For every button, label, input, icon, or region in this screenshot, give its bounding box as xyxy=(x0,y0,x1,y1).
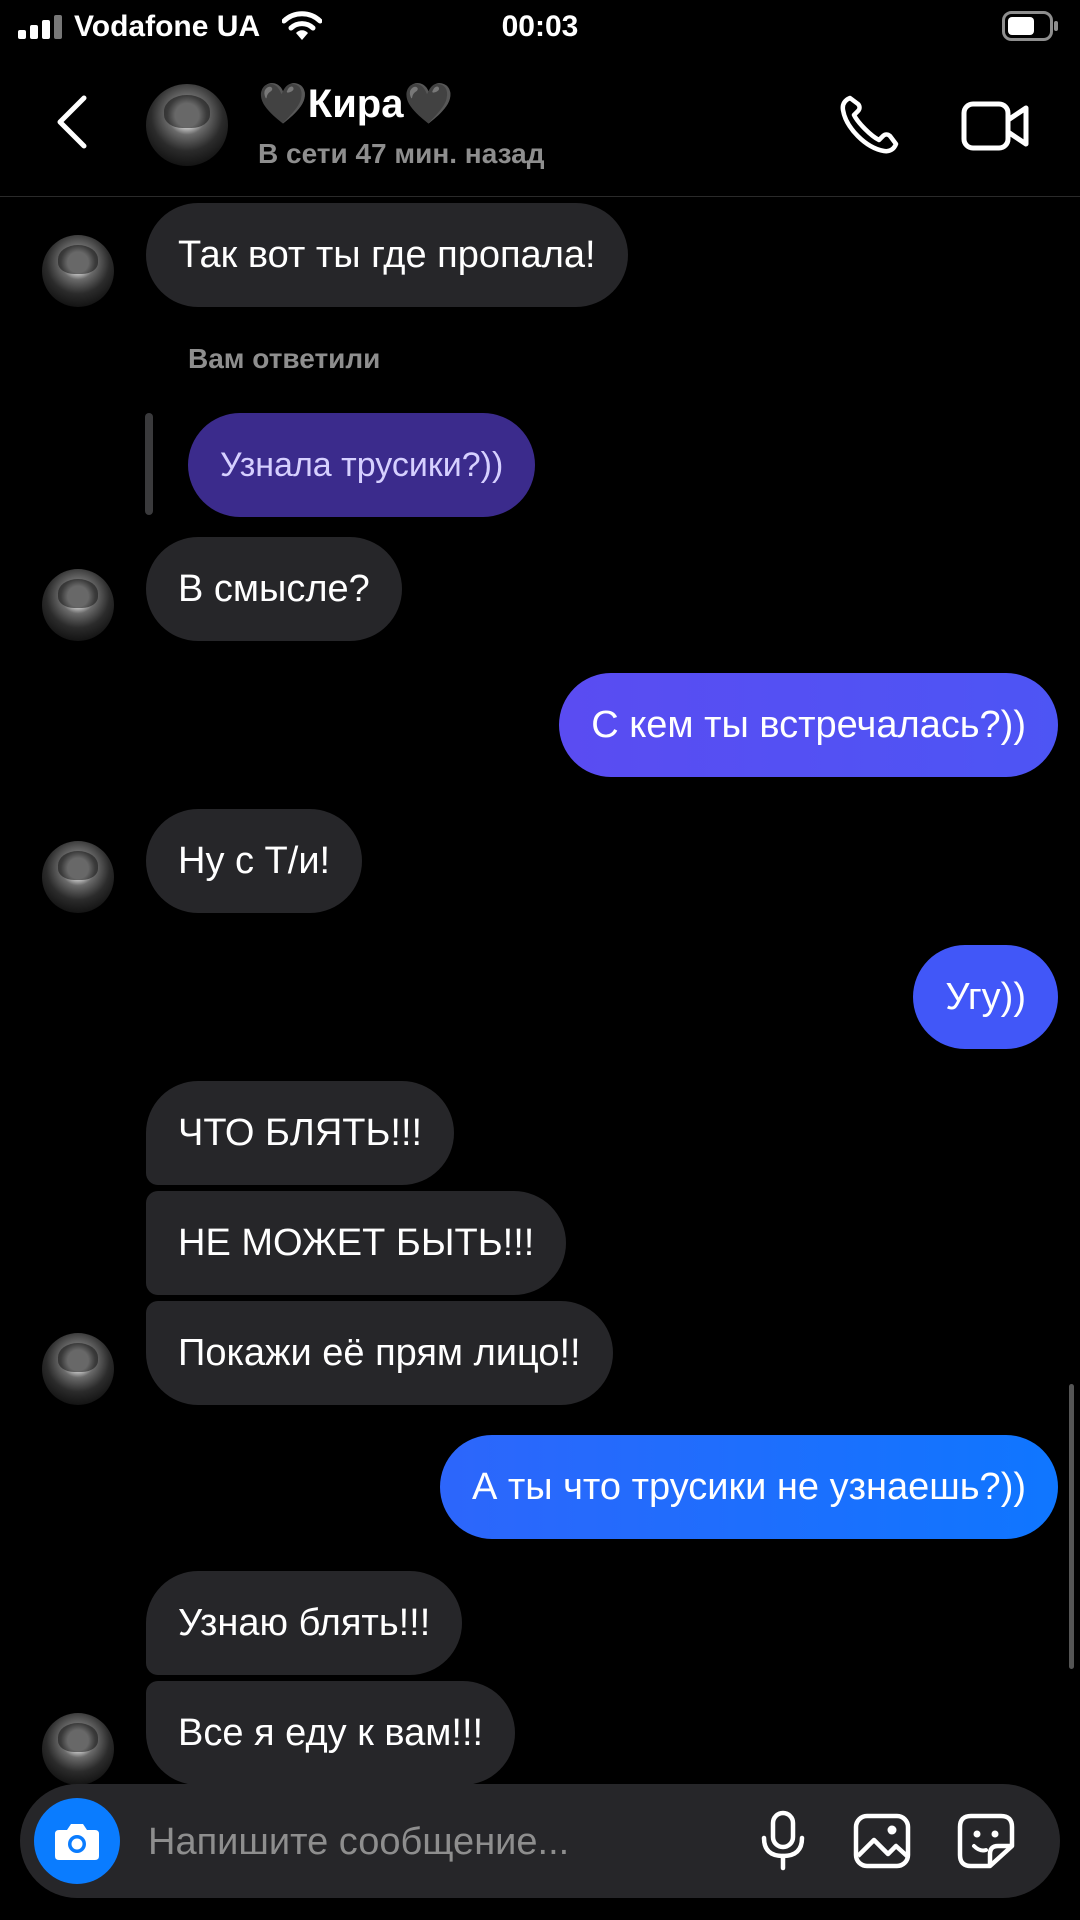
message-incoming[interactable]: ЧТО БЛЯТЬ!!! xyxy=(146,1081,455,1185)
message-outgoing[interactable]: Угу)) xyxy=(913,945,1058,1049)
message-list[interactable]: Так вот ты где пропала! Вам ответили Узн… xyxy=(0,197,1080,1785)
chat-header: 🖤Кира🖤 В сети 47 мин. назад xyxy=(0,62,1080,197)
reply-label: Вам ответили xyxy=(188,343,381,374)
sticker-icon[interactable] xyxy=(956,1812,1016,1870)
status-bar: Vodafone UA 00:03 xyxy=(0,0,1080,56)
gallery-icon[interactable] xyxy=(852,1812,912,1870)
contact-online-status: В сети 47 мин. назад xyxy=(258,138,545,169)
microphone-icon[interactable] xyxy=(758,1810,808,1872)
message-incoming[interactable]: НЕ МОЖЕТ БЫТЬ!!! xyxy=(146,1191,567,1295)
contact-avatar-small xyxy=(42,841,114,913)
contact-avatar[interactable] xyxy=(146,84,228,166)
scrollbar[interactable] xyxy=(1069,1384,1074,1669)
camera-button[interactable] xyxy=(34,1798,120,1884)
video-camera-icon[interactable] xyxy=(960,96,1032,156)
contact-avatar-small xyxy=(42,1333,114,1405)
contact-name[interactable]: 🖤Кира🖤 xyxy=(258,80,453,127)
contact-avatar-small xyxy=(42,1713,114,1785)
message-incoming[interactable]: Ну с Т/и! xyxy=(146,809,363,913)
message-outgoing[interactable]: С кем ты встречалась?)) xyxy=(559,673,1058,777)
message-input[interactable] xyxy=(146,1808,650,1876)
back-arrow-icon[interactable] xyxy=(50,92,94,152)
reply-quote-line xyxy=(145,413,153,515)
message-incoming[interactable]: Все я еду к вам!!! xyxy=(146,1681,516,1785)
message-incoming[interactable]: В смысле? xyxy=(146,537,402,641)
message-incoming[interactable]: Так вот ты где пропала! xyxy=(146,203,628,307)
message-incoming[interactable]: Покажи её прям лицо!! xyxy=(146,1301,613,1405)
message-outgoing[interactable]: А ты что трусики не узнаешь?)) xyxy=(439,1435,1058,1539)
contact-avatar-small xyxy=(42,235,114,307)
phone-icon[interactable] xyxy=(836,92,902,158)
message-composer xyxy=(20,1784,1060,1898)
battery-icon xyxy=(1002,11,1058,41)
clock: 00:03 xyxy=(501,10,579,43)
camera-icon xyxy=(55,1824,99,1860)
replied-message[interactable]: Узнала трусики?)) xyxy=(188,413,536,517)
message-incoming[interactable]: Узнаю блять!!! xyxy=(146,1571,463,1675)
contact-avatar-small xyxy=(42,569,114,641)
